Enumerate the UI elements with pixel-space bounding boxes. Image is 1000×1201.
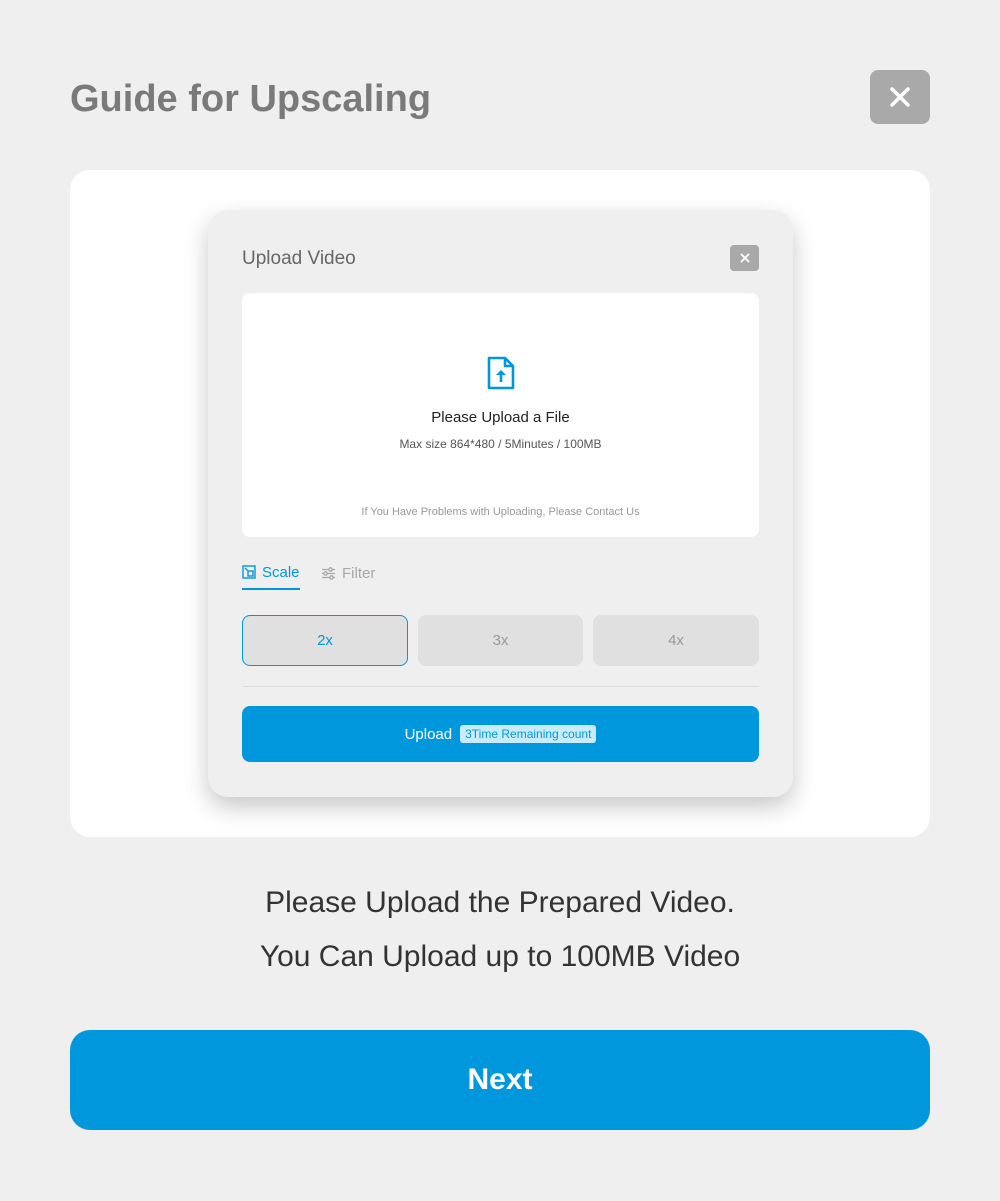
scale-4x-button[interactable]: 4x [593,615,759,666]
dropzone-limits: Max size 864*480 / 5Minutes / 100MB [399,437,602,451]
description-line-1: Please Upload the Prepared Video. [265,886,735,919]
scale-icon [242,565,256,579]
modal-close-button[interactable] [730,245,759,271]
scale-2x-button[interactable]: 2x [242,615,408,666]
remaining-count-badge: 3Time Remaining count [460,725,597,743]
dropzone-title: Please Upload a File [431,409,570,426]
next-button[interactable]: Next [70,1030,930,1130]
description-line-2: You Can Upload up to 100MB Video [259,940,741,973]
scale-3x-button[interactable]: 3x [418,615,583,666]
file-dropzone[interactable]: Please Upload a File Max size 864*480 / … [242,293,759,537]
tab-filter-label: Filter [342,564,376,582]
upload-video-modal: Upload Video Please Upload a File Max si… [208,210,793,797]
dropzone-help-link[interactable]: If You Have Problems with Uploading, Ple… [242,506,759,518]
file-upload-icon [487,356,515,390]
divider [242,686,759,687]
guide-title: Guide for Upscaling [70,78,432,120]
tab-scale[interactable]: Scale [242,562,300,590]
modal-title: Upload Video [242,248,356,269]
upload-button-label: Upload [404,725,453,743]
close-button[interactable] [870,70,930,124]
guide-preview-card: Upload Video Please Upload a File Max si… [70,170,930,837]
close-icon [740,253,749,263]
upload-button[interactable]: Upload 3Time Remaining count [242,706,759,762]
tab-scale-label: Scale [262,563,300,581]
tab-filter[interactable]: Filter [321,562,375,590]
filter-icon [322,566,335,580]
close-icon [890,87,910,107]
